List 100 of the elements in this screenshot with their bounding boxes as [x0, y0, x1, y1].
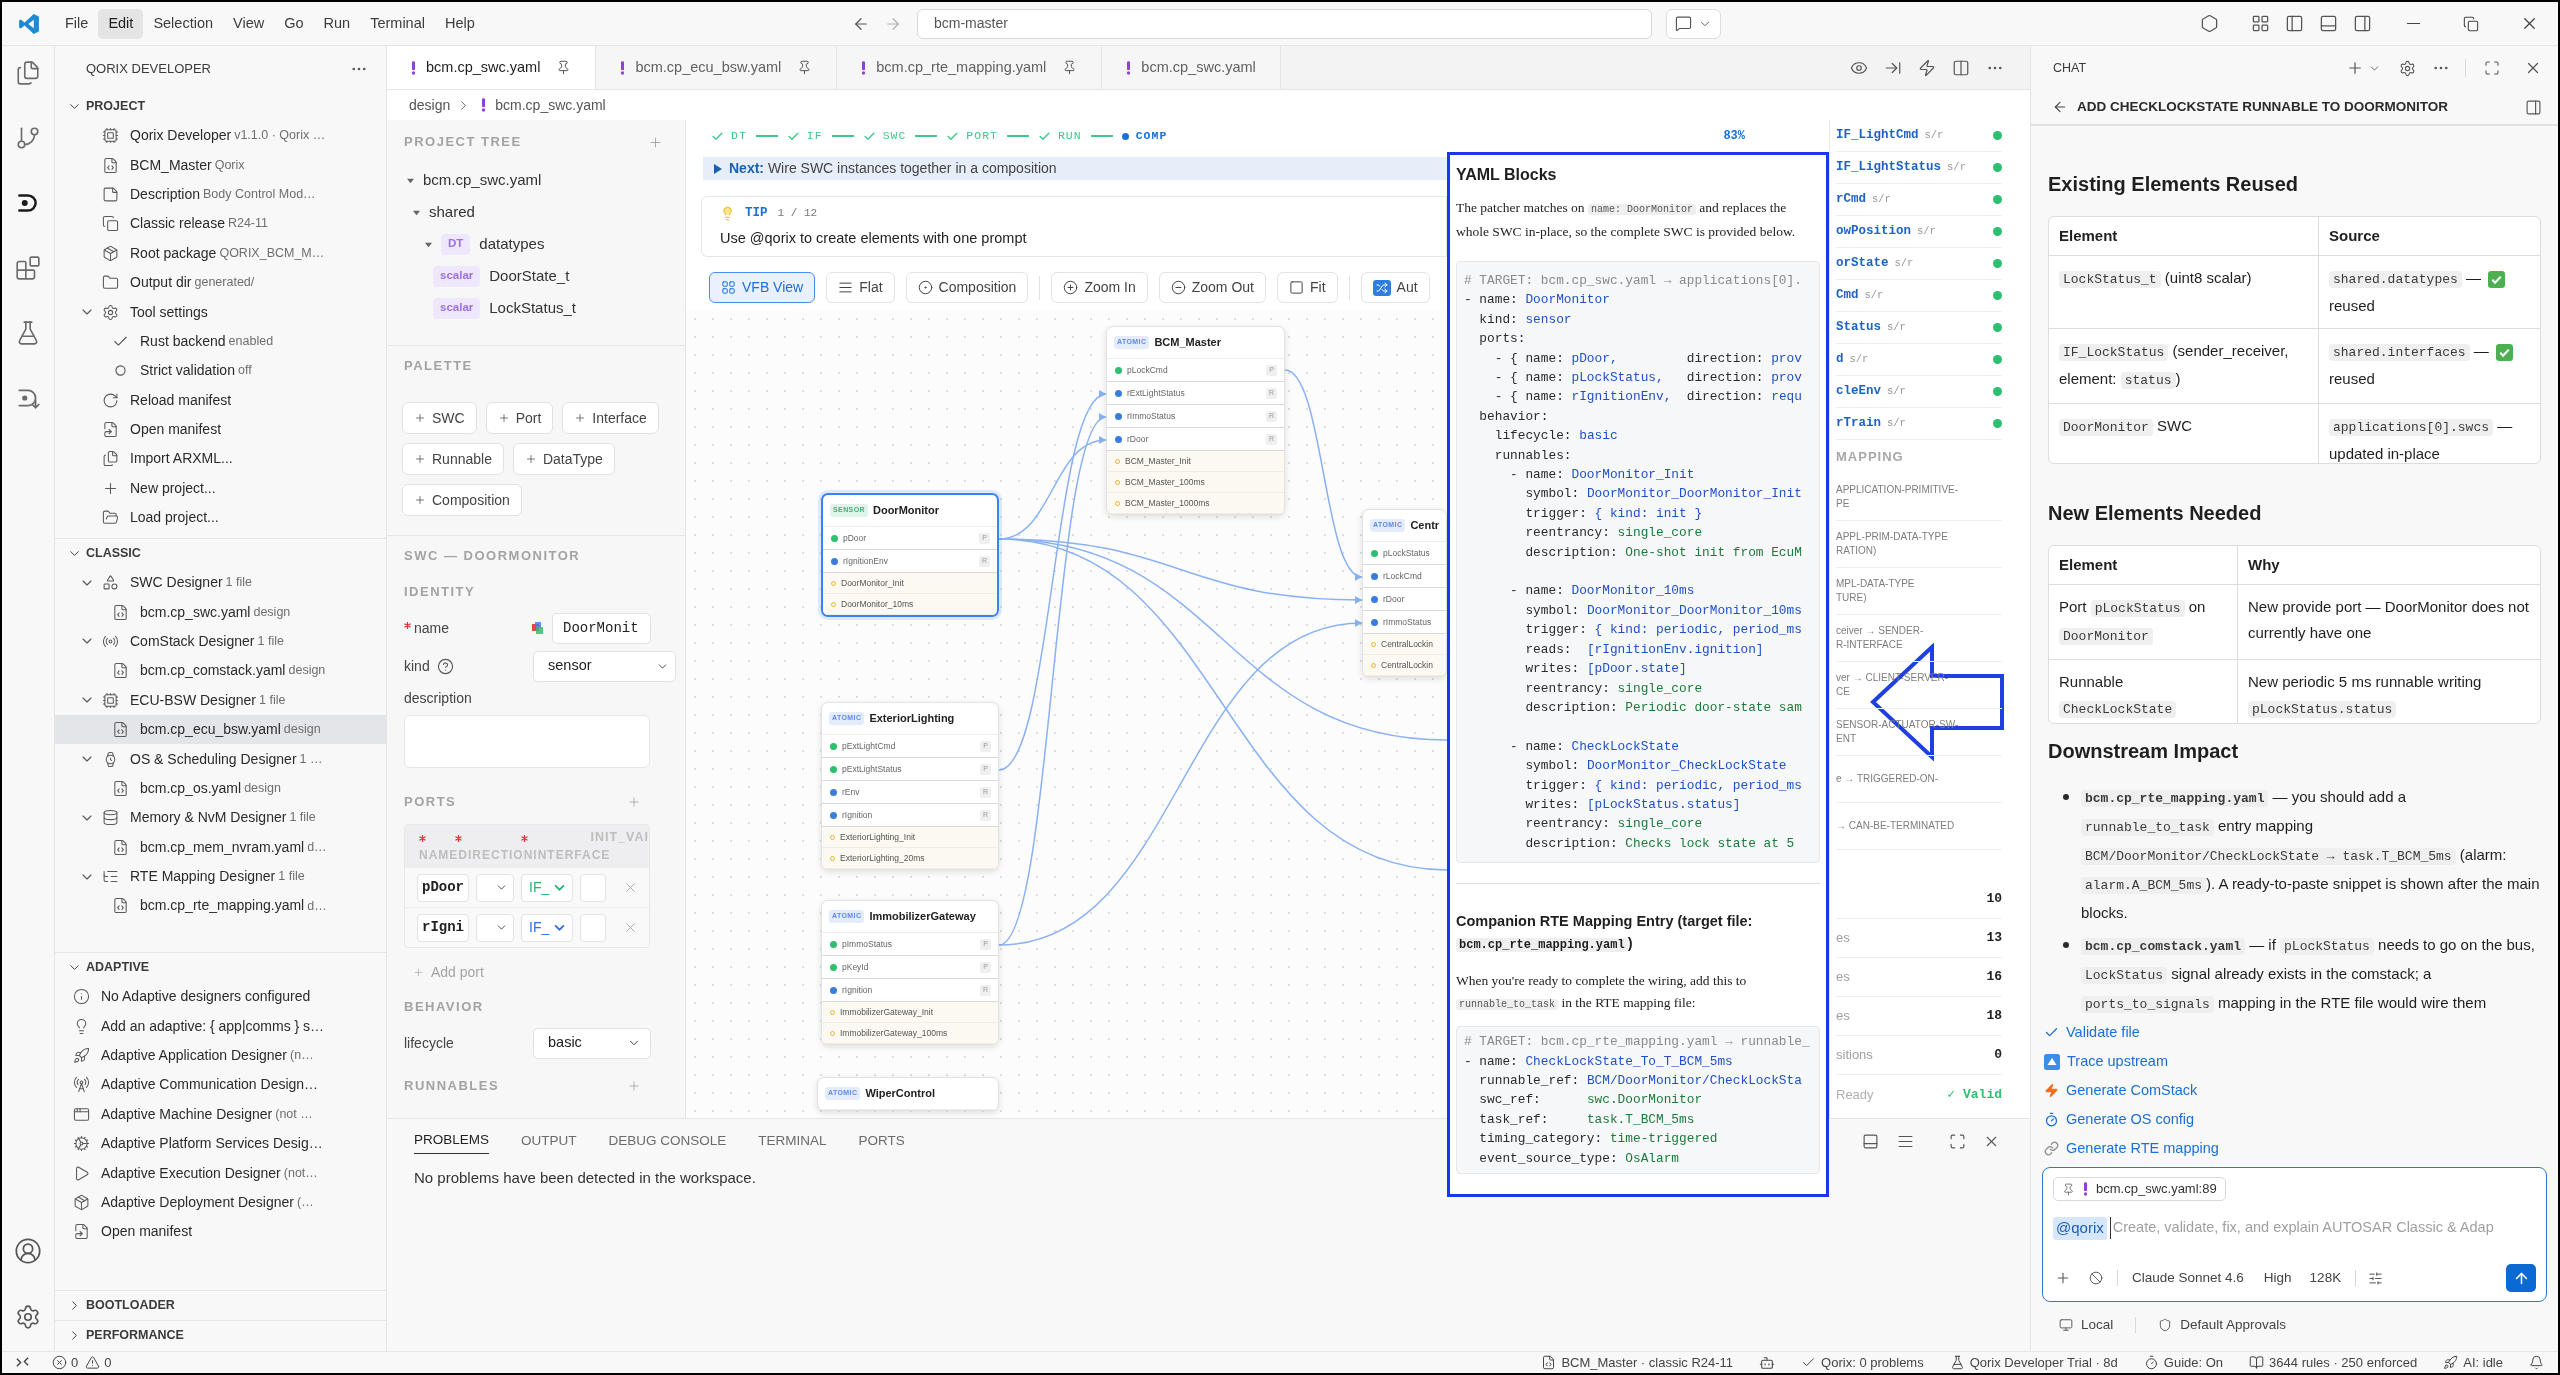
- menu-item[interactable]: File: [55, 8, 99, 39]
- context-chip[interactable]: bcm.cp_swc.yaml:89: [2053, 1177, 2226, 1201]
- action-link[interactable]: Generate ComStack: [2044, 1076, 2558, 1105]
- command-center[interactable]: bcm-master: [917, 8, 1652, 39]
- tree-item[interactable]: Reload manifest: [55, 385, 386, 415]
- tree-item[interactable]: Add an adaptive: { app|comms } s…: [55, 1011, 386, 1041]
- section-header[interactable]: ADAPTIVE: [55, 953, 386, 982]
- panel-icon[interactable]: [1862, 1132, 1879, 1150]
- action-link[interactable]: Trace upstream: [2044, 1047, 2558, 1076]
- tree-item[interactable]: Open manifest: [55, 414, 386, 445]
- init-value-field[interactable]: [580, 873, 606, 902]
- menu-item[interactable]: Help: [434, 8, 485, 39]
- section-header[interactable]: PERFORMANCE: [55, 1321, 386, 1350]
- section-header[interactable]: CLASSIC: [55, 539, 386, 568]
- tree-item[interactable]: Memory & NvM Designer 1 file: [55, 803, 386, 833]
- section-header[interactable]: PROJECT: [55, 92, 386, 121]
- context-size-picker[interactable]: 128K: [2309, 1267, 2342, 1289]
- app-logo-icon[interactable]: [17, 12, 40, 35]
- section-header[interactable]: BOOTLOADER: [55, 1291, 386, 1320]
- remote-icon[interactable]: [15, 1355, 30, 1370]
- tree-item[interactable]: OS & Scheduling Designer 1 …: [55, 744, 386, 774]
- action-link[interactable]: Validate file: [2044, 1018, 2558, 1047]
- tree-item[interactable]: Adaptive Application Designer (n…: [55, 1040, 386, 1071]
- tree-item[interactable]: New project...: [55, 473, 386, 504]
- model-picker[interactable]: Claude Sonnet 4.6: [2132, 1267, 2244, 1289]
- status-item[interactable]: BCM_Master · classic R24-11: [1541, 1352, 1734, 1373]
- tree-item[interactable]: Classic release R24-11: [55, 209, 386, 239]
- tree-item[interactable]: Open manifest: [55, 1217, 386, 1247]
- status-item[interactable]: Qorix: 0 problems: [1801, 1352, 1924, 1373]
- settings-icon[interactable]: [15, 1304, 41, 1330]
- interface-name[interactable]: Status: [1836, 318, 1881, 337]
- menu-item[interactable]: Selection: [143, 8, 224, 39]
- action-link[interactable]: Generate RTE mapping: [2044, 1134, 2558, 1163]
- interface-select[interactable]: IF_: [521, 913, 573, 942]
- tree-item[interactable]: DT datatypes: [387, 228, 685, 260]
- tree-item[interactable]: Adaptive Execution Designer (not…: [55, 1158, 386, 1188]
- interface-name[interactable]: orState: [1836, 254, 1889, 273]
- lightning-icon[interactable]: [1918, 58, 1936, 77]
- menu-item[interactable]: Run: [313, 8, 361, 39]
- toolbar-button[interactable]: Flat: [826, 272, 895, 303]
- name-field[interactable]: DoorMonit: [552, 612, 651, 644]
- port-name-field[interactable]: rIgni: [417, 913, 469, 942]
- tree-item[interactable]: Import ARXML...: [55, 444, 386, 474]
- breadcrumb-item[interactable]: design: [409, 94, 451, 116]
- menu-item[interactable]: Edit: [98, 8, 144, 39]
- interface-name[interactable]: IF_LightCmd: [1836, 126, 1919, 145]
- back-arrow-icon[interactable]: [2052, 99, 2068, 115]
- split-editor-icon[interactable]: [1952, 58, 1970, 77]
- description-field[interactable]: [404, 715, 650, 768]
- status-item[interactable]: AI: idle: [2443, 1352, 2503, 1373]
- chat-input[interactable]: Create, validate, fix, and explain AUTOSAR Classic & Adap: [2109, 1217, 2536, 1240]
- new-chat-icon[interactable]: [2346, 59, 2364, 77]
- tree-item[interactable]: Tool settings: [55, 297, 386, 327]
- action-link[interactable]: Generate OS config: [2044, 1105, 2558, 1134]
- status-item[interactable]: Guide: On: [2143, 1352, 2224, 1373]
- palette-button[interactable]: Port: [485, 402, 554, 434]
- toolbar-button[interactable]: VFB View: [709, 272, 816, 303]
- tree-item[interactable]: bcm.cp_rte_mapping.yaml d…: [55, 891, 386, 921]
- tree-item[interactable]: ECU-BSW Designer 1 file: [55, 685, 386, 715]
- panel-tab[interactable]: OUTPUT: [521, 1128, 577, 1154]
- menu-item[interactable]: Terminal: [360, 8, 435, 39]
- tree-item[interactable]: bcm.cp_swc.yaml design: [55, 597, 386, 627]
- panel-left-icon[interactable]: [2285, 14, 2304, 33]
- panel-right-icon[interactable]: [2525, 98, 2542, 116]
- interface-name[interactable]: rCmd: [1836, 190, 1866, 209]
- bot-icon[interactable]: [1759, 1354, 1776, 1371]
- branch-icon[interactable]: [15, 125, 41, 151]
- toolbar-button[interactable]: Zoom Out: [1158, 272, 1266, 303]
- palette-button[interactable]: DataType: [512, 443, 615, 475]
- settings-icon[interactable]: [2399, 59, 2416, 77]
- tree-item[interactable]: Adaptive Deployment Designer (…: [55, 1187, 386, 1218]
- tree-item[interactable]: RTE Mapping Designer 1 file: [55, 861, 386, 892]
- tree-item[interactable]: bcm.cp_mem_nvram.yaml d…: [55, 832, 386, 862]
- circle-slash-icon[interactable]: [2089, 1271, 2103, 1285]
- tree-item[interactable]: bcm.cp_ecu_bsw.yaml design: [55, 714, 386, 745]
- tree-item[interactable]: Load project...: [55, 503, 386, 533]
- panel-tab[interactable]: PROBLEMS: [414, 1128, 490, 1154]
- maximize-icon[interactable]: [1949, 1132, 1966, 1150]
- layout-icon[interactable]: [2251, 14, 2270, 33]
- toolbar-button[interactable]: Aut: [1360, 272, 1430, 303]
- status-item[interactable]: 3644 rules · 250 enforced: [2249, 1352, 2418, 1373]
- tree-item[interactable]: shared: [387, 196, 685, 228]
- menu-item[interactable]: View: [223, 8, 275, 39]
- chat-menu-button[interactable]: [1666, 8, 1721, 39]
- panel-tab[interactable]: TERMINAL: [758, 1128, 827, 1154]
- interface-name[interactable]: owPosition: [1836, 222, 1911, 241]
- tree-item[interactable]: scalar LockStatus_t: [387, 292, 685, 324]
- blocks-icon[interactable]: [15, 255, 41, 281]
- toolbar-button[interactable]: Fit: [1277, 272, 1338, 303]
- tree-item[interactable]: No Adaptive designers configured: [55, 982, 386, 1012]
- tree-item[interactable]: Rust backend enabled: [55, 326, 386, 357]
- hexagon-icon[interactable]: [2200, 14, 2219, 33]
- status-item[interactable]: Qorix Developer Trial · 8d: [1949, 1352, 2118, 1373]
- panel-tab[interactable]: DEBUG CONSOLE: [608, 1128, 727, 1154]
- tree-item[interactable]: Adaptive Platform Services Desig…: [55, 1128, 386, 1159]
- editor-tab[interactable]: bcm.cp_swc.yaml: [387, 46, 597, 89]
- tree-item[interactable]: BCM_Master Qorix: [55, 150, 386, 180]
- files-icon[interactable]: [15, 60, 41, 86]
- lifecycle-select[interactable]: basic: [533, 1027, 651, 1059]
- send-button[interactable]: [2506, 1264, 2536, 1292]
